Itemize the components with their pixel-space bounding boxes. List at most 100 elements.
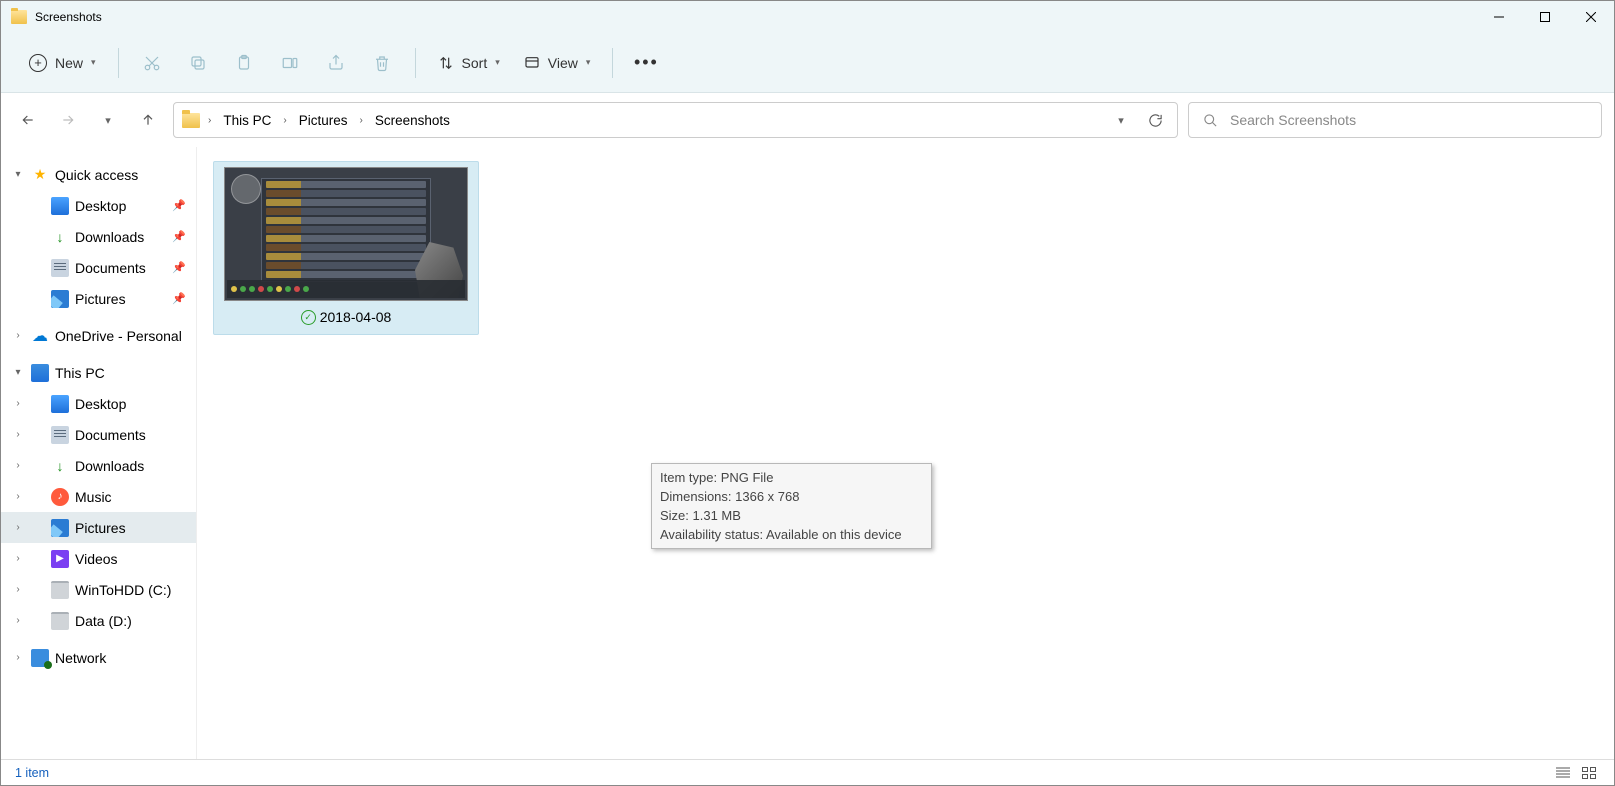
refresh-button[interactable] xyxy=(1141,106,1169,134)
sidebar-network[interactable]: › Network xyxy=(1,642,196,673)
breadcrumb-item[interactable]: Screenshots xyxy=(371,109,454,132)
music-icon: ♪ xyxy=(51,488,69,506)
chevron-down-icon: ▾ xyxy=(91,57,96,68)
sidebar-item-label: Desktop xyxy=(75,198,126,214)
folder-icon xyxy=(11,10,27,24)
details-view-button[interactable] xyxy=(1552,764,1574,782)
sidebar-item-label: WinToHDD (C:) xyxy=(75,582,171,598)
sort-icon xyxy=(438,55,454,71)
chevron-down-icon[interactable]: ▾ xyxy=(11,169,25,180)
sidebar-label: This PC xyxy=(55,365,105,381)
thumbnails-view-button[interactable] xyxy=(1578,764,1600,782)
sidebar-quick-access[interactable]: ▾ ★ Quick access xyxy=(1,159,196,190)
breadcrumb[interactable]: › This PC › Pictures › Screenshots ▾ xyxy=(173,102,1178,138)
chevron-right-icon[interactable]: › xyxy=(11,652,25,663)
chevron-right-icon[interactable]: › xyxy=(206,115,213,126)
sidebar-item-label: Data (D:) xyxy=(75,613,132,629)
pics-icon xyxy=(51,519,69,537)
close-button[interactable] xyxy=(1568,1,1614,33)
chevron-right-icon[interactable]: › xyxy=(357,115,364,126)
new-button[interactable]: + New ▾ xyxy=(19,44,106,82)
pin-icon: 📌 xyxy=(172,199,186,212)
sidebar-item[interactable]: Pictures📌 xyxy=(1,283,196,314)
sidebar-item[interactable]: ›Documents xyxy=(1,419,196,450)
new-label: New xyxy=(55,55,83,71)
view-button[interactable]: View ▾ xyxy=(514,44,601,82)
breadcrumb-item[interactable]: Pictures xyxy=(295,109,352,132)
chevron-right-icon[interactable]: › xyxy=(11,398,25,409)
cut-button[interactable] xyxy=(131,44,173,82)
pc-icon xyxy=(31,364,49,382)
back-button[interactable] xyxy=(13,105,43,135)
docs-icon xyxy=(51,426,69,444)
paste-button[interactable] xyxy=(223,44,265,82)
sidebar-item-label: Music xyxy=(75,489,112,505)
chevron-down-icon[interactable]: ▾ xyxy=(11,367,25,378)
sidebar-item-label: Desktop xyxy=(75,396,126,412)
copy-button[interactable] xyxy=(177,44,219,82)
chevron-right-icon[interactable]: › xyxy=(11,491,25,502)
statusbar: 1 item xyxy=(1,759,1614,785)
sidebar-item[interactable]: › Desktop xyxy=(1,388,196,419)
up-button[interactable] xyxy=(133,105,163,135)
sidebar-item[interactable]: ›Pictures xyxy=(1,512,196,543)
desktop-icon xyxy=(51,395,69,413)
chevron-right-icon[interactable]: › xyxy=(11,429,25,440)
share-button[interactable] xyxy=(315,44,357,82)
breadcrumb-item[interactable]: This PC xyxy=(219,109,275,132)
file-name: 2018-04-08 xyxy=(320,309,392,325)
sort-button[interactable]: Sort ▾ xyxy=(428,44,510,82)
more-button[interactable]: ••• xyxy=(625,44,667,82)
sidebar-item-label: Documents xyxy=(75,260,146,276)
sidebar-item[interactable]: › Data (D:) xyxy=(1,605,196,636)
delete-button[interactable] xyxy=(361,44,403,82)
sidebar-item[interactable]: ›▶Videos xyxy=(1,543,196,574)
sidebar-item[interactable]: ›↓Downloads xyxy=(1,450,196,481)
chevron-right-icon[interactable]: › xyxy=(11,584,25,595)
forward-button[interactable] xyxy=(53,105,83,135)
rename-button[interactable] xyxy=(269,44,311,82)
sidebar-item-label: Downloads xyxy=(75,229,144,245)
sidebar-item[interactable]: Desktop 📌 xyxy=(1,190,196,221)
item-count: 1 item xyxy=(15,766,49,780)
minimize-button[interactable] xyxy=(1476,1,1522,33)
sidebar-item[interactable]: Documents 📌 xyxy=(1,252,196,283)
pin-icon: 📌 xyxy=(172,292,186,305)
cloud-icon: ☁ xyxy=(31,327,49,345)
pin-icon: 📌 xyxy=(172,261,186,274)
file-item[interactable]: ✓ 2018-04-08 xyxy=(213,161,479,335)
chevron-right-icon[interactable]: › xyxy=(11,553,25,564)
drive-icon xyxy=(51,612,69,630)
sort-label: Sort xyxy=(462,55,488,71)
tooltip: Item type: PNG File Dimensions: 1366 x 7… xyxy=(651,463,932,549)
sidebar-label: Quick access xyxy=(55,167,138,183)
window-title: Screenshots xyxy=(35,10,102,24)
search-box[interactable] xyxy=(1188,102,1602,138)
sidebar-item[interactable]: › ♪ Music xyxy=(1,481,196,512)
search-input[interactable] xyxy=(1230,112,1587,128)
history-button[interactable]: ▾ xyxy=(93,105,123,135)
network-icon xyxy=(31,649,49,667)
docs-icon xyxy=(51,259,69,277)
navigation-row: ▾ › This PC › Pictures › Screenshots ▾ xyxy=(1,93,1614,147)
pics-icon xyxy=(51,290,69,308)
breadcrumb-dropdown[interactable]: ▾ xyxy=(1107,106,1135,134)
chevron-right-icon[interactable]: › xyxy=(11,615,25,626)
sidebar: ▾ ★ Quick access Desktop📌↓Downloads📌Docu… xyxy=(1,147,197,759)
sidebar-item[interactable]: › WinToHDD (C:) xyxy=(1,574,196,605)
content-area[interactable]: ✓ 2018-04-08 Item type: PNG File Dimensi… xyxy=(197,147,1614,759)
drive-icon xyxy=(51,581,69,599)
maximize-button[interactable] xyxy=(1522,1,1568,33)
chevron-right-icon[interactable]: › xyxy=(281,115,288,126)
view-label: View xyxy=(548,55,578,71)
videos-icon: ▶ xyxy=(51,550,69,568)
chevron-right-icon[interactable]: › xyxy=(11,460,25,471)
sidebar-onedrive[interactable]: › ☁ OneDrive - Personal xyxy=(1,320,196,351)
tooltip-line: Size: 1.31 MB xyxy=(660,506,923,525)
folder-icon xyxy=(182,113,200,128)
chevron-right-icon[interactable]: › xyxy=(11,330,25,341)
chevron-right-icon[interactable]: › xyxy=(11,522,25,533)
pin-icon: 📌 xyxy=(172,230,186,243)
sidebar-this-pc[interactable]: ▾ This PC xyxy=(1,357,196,388)
sidebar-item[interactable]: ↓Downloads📌 xyxy=(1,221,196,252)
